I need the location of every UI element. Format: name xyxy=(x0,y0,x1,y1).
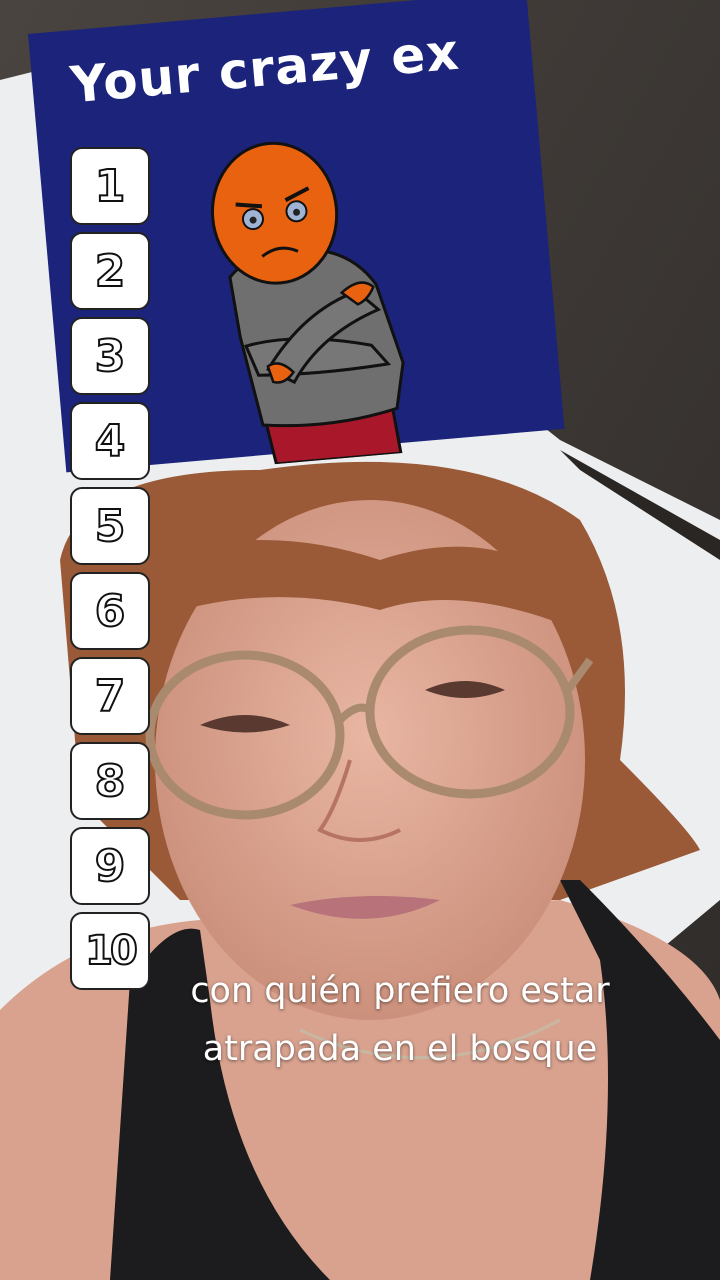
rank-slot-6[interactable]: 6 xyxy=(70,572,150,650)
filter-title: Your crazy ex xyxy=(68,22,462,115)
caption-line-2: atrapada en el bosque xyxy=(202,1029,598,1069)
caption-line-1: con quién prefiero estar xyxy=(190,971,610,1011)
rank-slot-5[interactable]: 5 xyxy=(70,487,150,565)
rank-slot-3[interactable]: 3 xyxy=(70,317,150,395)
rank-slot-7[interactable]: 7 xyxy=(70,657,150,735)
rank-slot-10[interactable]: 10 xyxy=(70,912,150,990)
video-caption: con quién prefiero estar atrapada en el … xyxy=(150,962,650,1078)
rank-slot-1[interactable]: 1 xyxy=(70,147,150,225)
rank-slot-8[interactable]: 8 xyxy=(70,742,150,820)
rank-slot-4[interactable]: 4 xyxy=(70,402,150,480)
rank-slot-9[interactable]: 9 xyxy=(70,827,150,905)
grumpy-character-icon xyxy=(210,141,405,466)
rank-slot-2[interactable]: 2 xyxy=(70,232,150,310)
